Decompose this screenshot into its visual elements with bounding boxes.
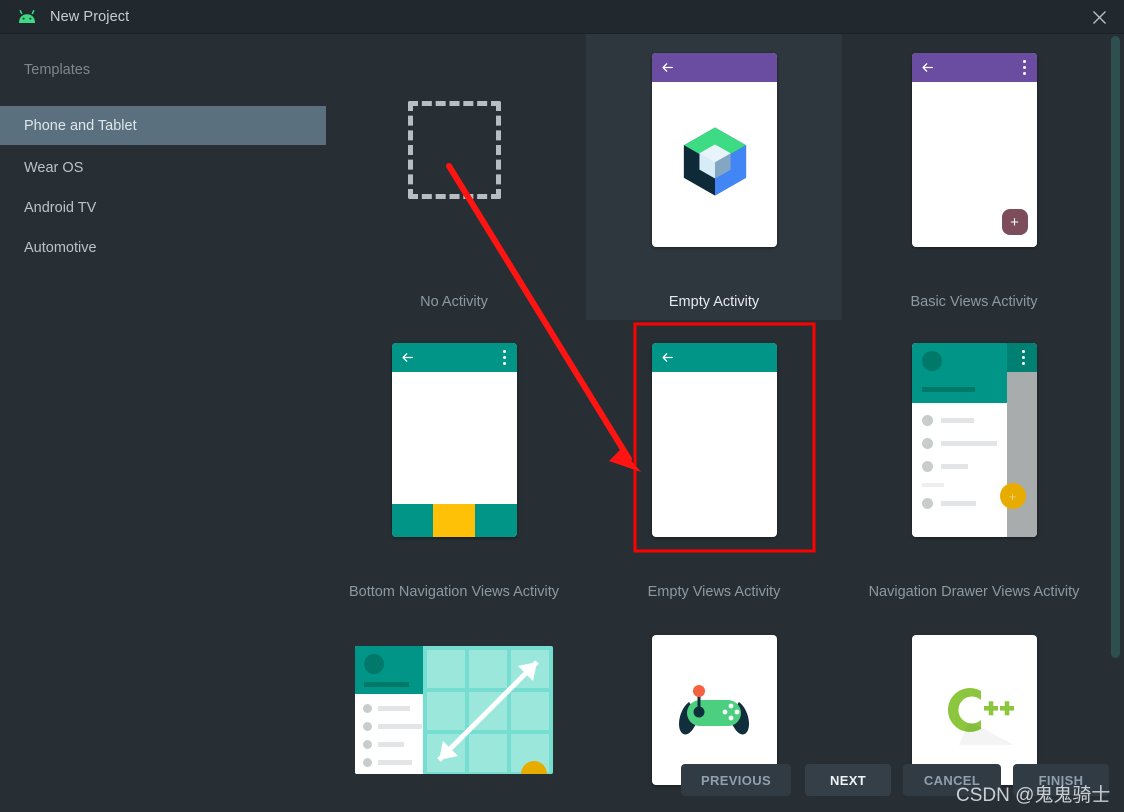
- template-card-no-activity[interactable]: No Activity: [326, 34, 582, 320]
- template-label: Basic Views Activity: [910, 294, 1038, 310]
- bottom-nav-item: [474, 504, 517, 537]
- overflow-menu-icon: [1022, 60, 1026, 75]
- template-card-bottom-navigation-views-activity[interactable]: Bottom Navigation Views Activity: [326, 320, 582, 610]
- dashed-placeholder-icon: [407, 101, 501, 199]
- back-arrow-icon: [661, 63, 673, 72]
- sidebar-item-wear-os[interactable]: Wear OS: [0, 148, 326, 187]
- back-arrow-icon: [401, 353, 413, 362]
- drawer-item-label-placeholder: [940, 501, 976, 506]
- template-label: Empty Activity: [586, 284, 842, 320]
- drawer-header: [911, 343, 1007, 403]
- jetpack-compose-logo-icon: [683, 127, 746, 196]
- phone-mock: +: [911, 53, 1037, 247]
- phone-mock: [651, 53, 777, 247]
- scrollbar-thumb[interactable]: [1111, 36, 1120, 658]
- template-label: Bottom Navigation Views Activity: [348, 584, 560, 600]
- floating-action-button-icon: +: [999, 483, 1026, 509]
- template-card-basic-views-activity[interactable]: + Basic Views Activity: [846, 34, 1102, 320]
- window-title: New Project: [50, 9, 130, 25]
- avatar: [921, 351, 942, 371]
- gamepad-icon: [679, 685, 749, 735]
- bottom-nav-item-active: [433, 504, 475, 537]
- app-bar: [391, 343, 517, 372]
- next-button[interactable]: NEXT: [805, 764, 891, 796]
- template-thumbnail: [326, 320, 582, 560]
- drawer-item-label-placeholder: [940, 441, 997, 446]
- navigation-drawer-panel: [911, 343, 1007, 537]
- close-icon: [1092, 10, 1106, 24]
- overflow-menu-icon: [502, 350, 506, 365]
- drawer-item-label-placeholder: [940, 418, 974, 423]
- template-thumbnail: [586, 34, 842, 270]
- drawer-headline: [921, 387, 975, 392]
- drawer-header: [355, 646, 423, 694]
- phone-mock: +: [911, 343, 1037, 537]
- drawer-appbar-strip: [1006, 343, 1037, 372]
- bottom-navigation-bar-icon: [391, 504, 517, 537]
- previous-button[interactable]: PREVIOUS: [681, 764, 791, 796]
- sidebar-item-label: Automotive: [24, 239, 97, 256]
- templates-sidebar: Templates Phone and Tablet Wear OS Andro…: [0, 34, 326, 812]
- watermark-text: CSDN @鬼鬼骑士: [956, 785, 1111, 806]
- drawer-item-icon: [921, 461, 933, 472]
- floating-action-button-icon: +: [1001, 209, 1028, 235]
- template-card-empty-activity[interactable]: Empty Activity: [586, 34, 842, 320]
- sidebar-item-phone-and-tablet[interactable]: Phone and Tablet: [0, 106, 326, 145]
- vertical-scrollbar[interactable]: [1111, 36, 1120, 780]
- back-arrow-icon: [661, 353, 673, 362]
- template-card-empty-views-activity[interactable]: Empty Views Activity: [586, 320, 842, 610]
- template-thumbnail: +: [846, 34, 1102, 270]
- sidebar-item-android-tv[interactable]: Android TV: [0, 188, 326, 227]
- drawer-divider: [921, 483, 944, 487]
- sidebar-item-label: Wear OS: [24, 159, 84, 176]
- phone-mock: [391, 343, 517, 537]
- avatar: [364, 654, 384, 674]
- template-card-navigation-drawer-views-activity[interactable]: + Navigation Drawer Views Activity: [846, 320, 1102, 610]
- phone-mock: [651, 343, 777, 537]
- new-project-dialog: New Project Templates Phone and Tablet W…: [0, 0, 1124, 812]
- drawer-item-icon: [921, 438, 933, 449]
- bottom-nav-item: [391, 504, 434, 537]
- template-thumbnail: [586, 320, 842, 560]
- overflow-menu-icon: [1021, 350, 1025, 365]
- drawer-item-icon: [921, 415, 933, 426]
- template-thumbnail: +: [846, 320, 1102, 560]
- app-bar: [651, 343, 777, 372]
- template-label: Navigation Drawer Views Activity: [868, 584, 1080, 600]
- drawer-headline: [364, 682, 409, 687]
- template-thumbnail: [326, 34, 582, 270]
- app-bar: [651, 53, 777, 82]
- back-arrow-icon: [921, 63, 933, 72]
- sidebar-header: Templates: [24, 62, 91, 78]
- title-bar: New Project: [0, 0, 1124, 34]
- sidebar-item-label: Phone and Tablet: [24, 117, 137, 134]
- sidebar-item-automotive[interactable]: Automotive: [0, 228, 326, 267]
- drawer-item-label-placeholder: [940, 464, 968, 469]
- template-label: No Activity: [420, 294, 488, 310]
- app-bar: [911, 53, 1037, 82]
- close-button[interactable]: [1074, 0, 1124, 34]
- cpp-logo-icon: [947, 688, 1014, 745]
- template-grid: No Activity Empty Activity + Basic Views…: [326, 34, 1124, 812]
- sidebar-item-label: Android TV: [24, 199, 97, 216]
- android-robot-icon: [19, 10, 35, 23]
- template-label: Empty Views Activity: [647, 584, 781, 600]
- drawer-item-icon: [921, 498, 933, 509]
